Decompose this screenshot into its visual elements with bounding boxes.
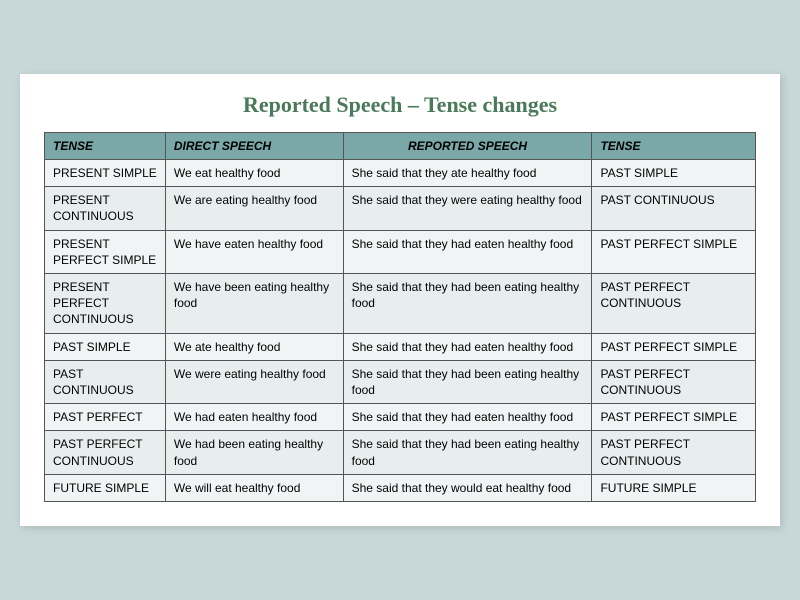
cell-reported: She said that they ate healthy food — [343, 160, 592, 187]
cell-reported: She said that they had been eating healt… — [343, 360, 592, 403]
cell-tense2: PAST SIMPLE — [592, 160, 756, 187]
cell-tense2: PAST CONTINUOUS — [592, 187, 756, 230]
cell-tense1: PAST SIMPLE — [45, 333, 166, 360]
cell-tense1: PAST PERFECT — [45, 404, 166, 431]
page-title: Reported Speech – Tense changes — [44, 92, 756, 118]
cell-tense1: PAST PERFECT CONTINUOUS — [45, 431, 166, 474]
cell-direct: We eat healthy food — [165, 160, 343, 187]
cell-tense2: PAST PERFECT CONTINUOUS — [592, 360, 756, 403]
cell-reported: She said that they had been eating healt… — [343, 274, 592, 334]
cell-tense1: PRESENT PERFECT CONTINUOUS — [45, 274, 166, 334]
table-row: PRESENT CONTINUOUSWe are eating healthy … — [45, 187, 756, 230]
cell-direct: We were eating healthy food — [165, 360, 343, 403]
header-direct: DIRECT SPEECH — [165, 133, 343, 160]
header-tense2: TENSE — [592, 133, 756, 160]
cell-tense1: PAST CONTINUOUS — [45, 360, 166, 403]
cell-direct: We have eaten healthy food — [165, 230, 343, 273]
cell-tense1: PRESENT SIMPLE — [45, 160, 166, 187]
cell-reported: She said that they had been eating healt… — [343, 431, 592, 474]
cell-reported: She said that they would eat healthy foo… — [343, 474, 592, 501]
cell-tense2: FUTURE SIMPLE — [592, 474, 756, 501]
header-reported: REPORTED SPEECH — [343, 133, 592, 160]
tense-table: TENSE DIRECT SPEECH REPORTED SPEECH TENS… — [44, 132, 756, 502]
table-row: PRESENT PERFECT SIMPLEWe have eaten heal… — [45, 230, 756, 273]
cell-tense1: FUTURE SIMPLE — [45, 474, 166, 501]
cell-reported: She said that they were eating healthy f… — [343, 187, 592, 230]
cell-tense2: PAST PERFECT SIMPLE — [592, 404, 756, 431]
table-row: FUTURE SIMPLEWe will eat healthy foodShe… — [45, 474, 756, 501]
cell-direct: We had eaten healthy food — [165, 404, 343, 431]
cell-direct: We had been eating healthy food — [165, 431, 343, 474]
cell-direct: We have been eating healthy food — [165, 274, 343, 334]
cell-tense2: PAST PERFECT CONTINUOUS — [592, 431, 756, 474]
cell-tense2: PAST PERFECT SIMPLE — [592, 230, 756, 273]
table-row: PAST PERFECTWe had eaten healthy foodShe… — [45, 404, 756, 431]
table-row: PRESENT PERFECT CONTINUOUSWe have been e… — [45, 274, 756, 334]
cell-tense2: PAST PERFECT CONTINUOUS — [592, 274, 756, 334]
cell-direct: We are eating healthy food — [165, 187, 343, 230]
cell-reported: She said that they had eaten healthy foo… — [343, 404, 592, 431]
cell-reported: She said that they had eaten healthy foo… — [343, 333, 592, 360]
table-row: PAST CONTINUOUSWe were eating healthy fo… — [45, 360, 756, 403]
cell-tense1: PRESENT CONTINUOUS — [45, 187, 166, 230]
cell-direct: We will eat healthy food — [165, 474, 343, 501]
cell-direct: We ate healthy food — [165, 333, 343, 360]
header-tense1: TENSE — [45, 133, 166, 160]
cell-reported: She said that they had eaten healthy foo… — [343, 230, 592, 273]
cell-tense1: PRESENT PERFECT SIMPLE — [45, 230, 166, 273]
table-row: PRESENT SIMPLEWe eat healthy foodShe sai… — [45, 160, 756, 187]
cell-tense2: PAST PERFECT SIMPLE — [592, 333, 756, 360]
main-card: Reported Speech – Tense changes TENSE DI… — [20, 74, 780, 526]
table-row: PAST SIMPLEWe ate healthy foodShe said t… — [45, 333, 756, 360]
table-row: PAST PERFECT CONTINUOUSWe had been eatin… — [45, 431, 756, 474]
